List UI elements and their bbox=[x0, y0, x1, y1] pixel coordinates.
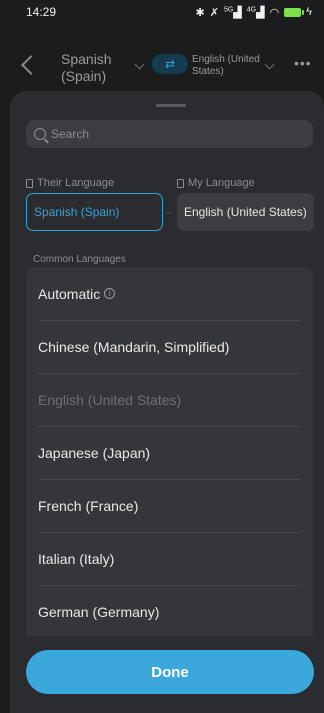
source-language-selector[interactable]: Spanish (Spain) bbox=[61, 51, 121, 85]
swap-arrows-icon: ⇄ bbox=[164, 57, 176, 71]
sheet-drag-handle[interactable] bbox=[156, 104, 186, 107]
language-option-english: English (United States) bbox=[26, 373, 313, 426]
language-option-german[interactable]: German (Germany) bbox=[26, 585, 313, 638]
search-bar[interactable] bbox=[26, 120, 313, 148]
my-language-label: My Language bbox=[177, 177, 255, 189]
language-option-automatic[interactable]: Automatic i bbox=[26, 267, 313, 320]
done-button[interactable]: Done bbox=[26, 650, 314, 694]
signal-4g-icon: 4G▟ bbox=[246, 5, 265, 19]
speaker-doc-icon bbox=[177, 178, 184, 188]
back-arrow-icon[interactable] bbox=[21, 55, 41, 75]
common-languages-label: Common Languages bbox=[33, 254, 126, 265]
target-language-selector[interactable]: English (United States) bbox=[192, 54, 262, 78]
translator-header: Spanish (Spain) ⇄ English (United States… bbox=[0, 42, 324, 94]
speaker-doc-icon bbox=[26, 178, 33, 188]
info-icon[interactable]: i bbox=[104, 288, 116, 299]
more-dots-icon[interactable]: ••• bbox=[294, 55, 312, 71]
chevron-down-icon[interactable] bbox=[264, 59, 275, 70]
mute-icon: ✗ bbox=[209, 6, 219, 19]
swap-languages-button[interactable]: ⇄ bbox=[152, 54, 188, 74]
status-time: 14:29 bbox=[26, 5, 57, 19]
signal-5g-icon: 5G▟ bbox=[223, 5, 242, 19]
battery-icon bbox=[284, 7, 305, 17]
wifi-icon: ◠ bbox=[269, 6, 280, 19]
their-language-field[interactable]: Spanish (Spain) bbox=[26, 193, 163, 231]
language-option-italian[interactable]: Italian (Italy) bbox=[26, 532, 313, 585]
chevron-down-icon[interactable] bbox=[134, 59, 145, 70]
language-option-chinese[interactable]: Chinese (Mandarin, Simplified) bbox=[26, 320, 313, 373]
my-language-field[interactable]: English (United States) bbox=[177, 193, 314, 231]
status-bar: 14:29 ✱ ✗ 5G▟ 4G▟ ◠ ϟ bbox=[0, 0, 324, 24]
app-screen: 14:29 ✱ ✗ 5G▟ 4G▟ ◠ ϟ Spanish (Spain) ⇄ … bbox=[0, 0, 324, 713]
arrow-right-icon: ↔ bbox=[165, 206, 174, 216]
done-footer: Done bbox=[10, 636, 324, 713]
charging-icon: ϟ bbox=[306, 6, 312, 18]
status-icons: ✱ ✗ 5G▟ 4G▟ ◠ ϟ bbox=[196, 6, 313, 19]
search-input[interactable] bbox=[51, 127, 281, 141]
language-option-french[interactable]: French (France) bbox=[26, 479, 313, 532]
language-picker-sheet: Their Language My Language Spanish (Spai… bbox=[10, 91, 324, 713]
their-language-label: Their Language bbox=[26, 177, 114, 189]
language-option-japanese[interactable]: Japanese (Japan) bbox=[26, 426, 313, 479]
bluetooth-icon: ✱ bbox=[195, 6, 205, 19]
search-icon bbox=[34, 128, 46, 140]
